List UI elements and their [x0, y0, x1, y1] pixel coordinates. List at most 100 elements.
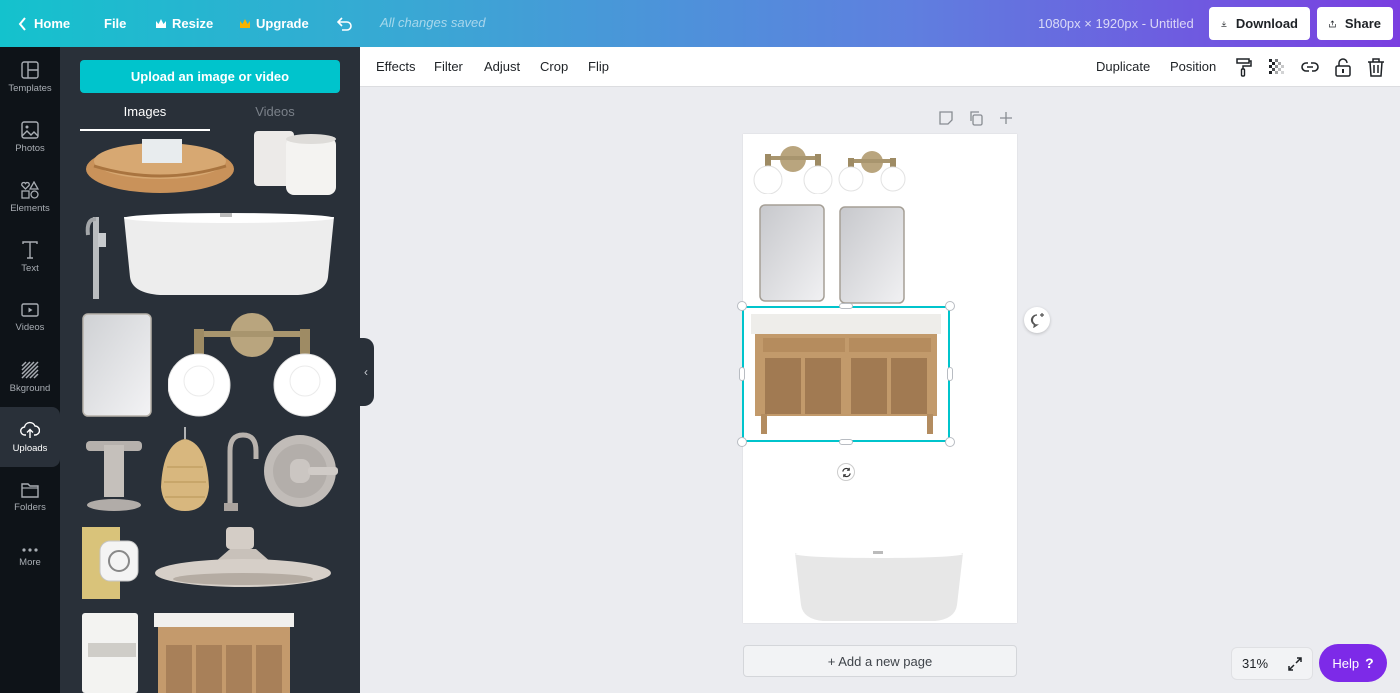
note-icon[interactable] — [938, 110, 954, 126]
thumbnail-striped-towels[interactable] — [82, 613, 138, 693]
tab-videos[interactable]: Videos — [210, 103, 340, 131]
resize-handle-bottom-left[interactable] — [737, 437, 747, 447]
thumbnail-cross-handle[interactable] — [84, 433, 144, 513]
thumbnail-rectangular-mirror[interactable] — [82, 313, 152, 417]
rail-item-more[interactable]: More — [0, 527, 60, 587]
flip-button[interactable]: Flip — [588, 59, 609, 74]
file-menu[interactable]: File — [104, 0, 126, 47]
thumbnail-rattan-tray[interactable] — [84, 131, 236, 196]
folder-icon — [21, 482, 39, 498]
link-icon[interactable] — [1300, 57, 1320, 77]
add-page-icon[interactable] — [998, 110, 1014, 126]
rail-label: Uploads — [12, 442, 48, 454]
upgrade-button[interactable]: Upgrade — [240, 0, 309, 47]
thumbnail-rattan-pendant[interactable] — [159, 427, 211, 513]
undo-button[interactable] — [337, 0, 353, 47]
videos-icon — [21, 302, 39, 317]
filter-button[interactable]: Filter — [434, 59, 463, 74]
position-button[interactable]: Position — [1170, 59, 1216, 74]
rail-item-elements[interactable]: Elements — [0, 167, 60, 227]
resize-handle-top[interactable] — [839, 303, 853, 309]
zoom-control[interactable]: 31% — [1231, 647, 1313, 680]
crop-button[interactable]: Crop — [540, 59, 568, 74]
rail-label: Folders — [14, 501, 46, 513]
rotate-icon — [841, 467, 851, 477]
duplicate-button[interactable]: Duplicate — [1096, 59, 1150, 74]
thumbnail-rain-shower-head[interactable] — [154, 527, 332, 599]
upload-media-button[interactable]: Upload an image or video — [80, 60, 340, 93]
resize-label: Resize — [172, 16, 214, 31]
share-label: Share — [1344, 16, 1381, 31]
resize-handle-top-right[interactable] — [945, 301, 955, 311]
home-label: Home — [34, 16, 71, 31]
thumbnail-double-vanity[interactable] — [154, 613, 294, 693]
upgrade-label: Upgrade — [256, 16, 309, 31]
rail-item-folders[interactable]: Folders — [0, 467, 60, 527]
tab-images[interactable]: Images — [80, 103, 210, 131]
rotate-handle[interactable] — [837, 463, 855, 481]
document-title[interactable]: 1080px × 1920px - Untitled — [1038, 16, 1194, 31]
uploads-panel: Upload an image or video Images Videos — [60, 47, 360, 693]
rail-label: Text — [21, 262, 39, 274]
thumbnail-crystal-knob[interactable] — [82, 527, 140, 599]
add-new-page-button[interactable]: + Add a new page — [743, 645, 1017, 677]
rail-item-background[interactable]: Bkground — [0, 347, 60, 407]
more-icon — [22, 547, 38, 552]
resize-handle-top-left[interactable] — [737, 301, 747, 311]
thumbnail-gooseneck-faucet[interactable] — [220, 431, 260, 513]
upload-cloud-icon — [20, 421, 40, 438]
share-button[interactable]: Share — [1317, 7, 1393, 40]
undo-icon — [337, 16, 352, 31]
file-label: File — [104, 16, 127, 31]
paint-roller-icon[interactable] — [1234, 57, 1254, 77]
add-comment-button[interactable] — [1024, 307, 1050, 333]
add-comment-icon — [1030, 313, 1044, 328]
thumbnail-marble-canisters[interactable] — [250, 131, 338, 196]
canvas-vanity-light-1[interactable] — [753, 146, 833, 194]
effects-button[interactable]: Effects — [376, 59, 416, 74]
trash-icon[interactable] — [1366, 57, 1386, 77]
resize-handle-bottom[interactable] — [839, 439, 853, 445]
transparency-icon[interactable] — [1267, 57, 1287, 77]
download-label: Download — [1235, 16, 1298, 31]
canvas-vanity-light-2[interactable] — [838, 150, 906, 192]
thumbnail-tub-faucet[interactable] — [84, 211, 108, 299]
canvas-freestanding-bathtub[interactable] — [793, 549, 965, 621]
side-rail: Templates Photos Elements Text Videos Bk… — [0, 47, 60, 693]
resize-handle-left[interactable] — [739, 367, 745, 381]
thumbnail-freestanding-bathtub[interactable] — [120, 211, 338, 299]
duplicate-page-icon[interactable] — [968, 110, 984, 126]
help-button[interactable]: Help ? — [1319, 644, 1387, 682]
thumbnail-vanity-light[interactable] — [168, 313, 336, 417]
adjust-button[interactable]: Adjust — [484, 59, 520, 74]
rail-label: Photos — [15, 142, 45, 154]
rail-label: Videos — [15, 321, 45, 333]
templates-icon — [21, 60, 39, 79]
resize-button[interactable]: Resize — [156, 0, 213, 47]
resize-handle-bottom-right[interactable] — [945, 437, 955, 447]
download-icon — [1221, 20, 1227, 27]
rail-item-templates[interactable]: Templates — [0, 47, 60, 107]
share-icon — [1329, 20, 1336, 27]
rail-item-uploads[interactable]: Uploads — [0, 407, 60, 467]
chevron-left-icon — [18, 16, 26, 31]
resize-handle-right[interactable] — [947, 367, 953, 381]
rail-label: Bkground — [9, 382, 51, 394]
rail-item-text[interactable]: Text — [0, 227, 60, 287]
lock-icon[interactable] — [1333, 57, 1353, 77]
selection-box[interactable] — [742, 306, 950, 442]
canvas-mirror-1[interactable] — [759, 204, 825, 302]
rail-item-videos[interactable]: Videos — [0, 287, 60, 347]
canvas-mirror-2[interactable] — [839, 206, 905, 304]
uploads-grid — [60, 131, 360, 693]
collapse-panel-button[interactable]: ‹ — [358, 338, 374, 406]
thumbnail-shower-valve[interactable] — [264, 429, 340, 513]
zoom-level[interactable]: 31% — [1242, 656, 1268, 671]
photos-icon — [21, 120, 39, 139]
fullscreen-expand-icon[interactable] — [1288, 656, 1302, 671]
top-bar: Home File Resize Upgrade All changes sav… — [0, 0, 1400, 47]
rail-item-photos[interactable]: Photos — [0, 107, 60, 167]
save-status: All changes saved — [380, 15, 486, 30]
home-button[interactable]: Home — [18, 0, 70, 47]
download-button[interactable]: Download — [1209, 7, 1310, 40]
